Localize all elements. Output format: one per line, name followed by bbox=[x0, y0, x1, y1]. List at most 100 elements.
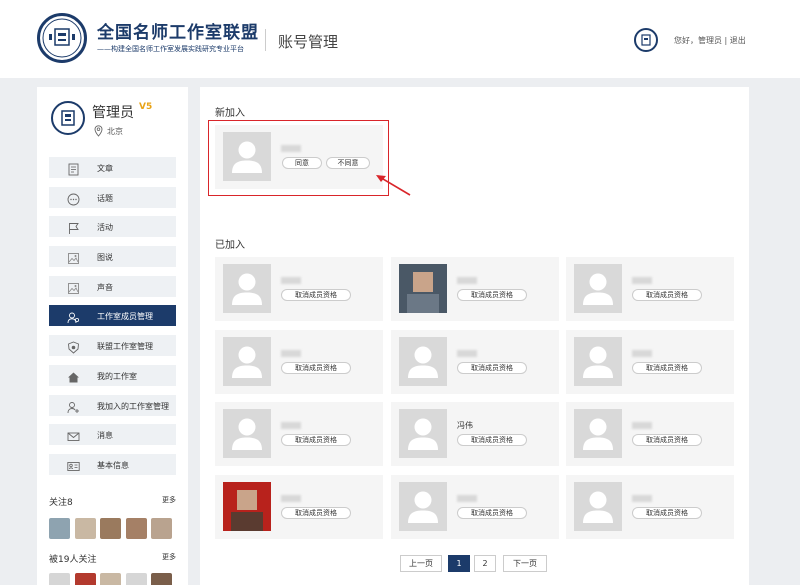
mail-icon bbox=[67, 428, 80, 442]
sidebar-item-3[interactable]: 活动 bbox=[49, 216, 176, 238]
member-photo-placeholder bbox=[574, 482, 622, 531]
sidebar-item-9[interactable]: 我加入的工作室管理 bbox=[49, 394, 176, 416]
vip-badge: V5 bbox=[139, 102, 153, 112]
sidebar-item-label: 声音 bbox=[97, 282, 113, 292]
member-name bbox=[632, 350, 652, 357]
header: 全国名师工作室联盟 ——构建全国名师工作室发展实践研究专业平台 账号管理 您好，… bbox=[0, 0, 800, 78]
cancel-membership-button[interactable]: 取消成员资格 bbox=[632, 362, 702, 374]
members-icon bbox=[67, 309, 80, 324]
follower-avatar[interactable] bbox=[74, 573, 96, 585]
member-name bbox=[281, 350, 301, 357]
cancel-membership-button[interactable]: 取消成员资格 bbox=[281, 507, 351, 519]
site-subtitle: ——构建全国名师工作室发展实践研究专业平台 bbox=[97, 45, 244, 53]
member-card: 取消成员资格 bbox=[215, 257, 383, 321]
sidebar-item-label: 基本信息 bbox=[97, 460, 129, 470]
followers-avatars bbox=[49, 573, 172, 585]
cancel-membership-button[interactable]: 取消成员资格 bbox=[457, 362, 527, 374]
sidebar-item-10[interactable]: 消息 bbox=[49, 424, 176, 446]
following-avatar[interactable] bbox=[151, 518, 172, 539]
profile-name: 管理员 bbox=[92, 105, 134, 121]
member-name bbox=[281, 422, 301, 429]
member-photo bbox=[223, 482, 271, 531]
pagination: 上一页 1 2 下一页 bbox=[200, 555, 749, 572]
cancel-membership-button[interactable]: 取消成员资格 bbox=[632, 434, 702, 446]
member-name: 冯伟 bbox=[457, 421, 473, 430]
prev-page-button[interactable]: 上一页 bbox=[400, 555, 442, 572]
follower-avatar[interactable] bbox=[125, 573, 147, 585]
cancel-membership-button[interactable]: 取消成员资格 bbox=[632, 507, 702, 519]
sidebar-item-5[interactable]: 声音 bbox=[49, 275, 176, 297]
cancel-membership-button[interactable]: 取消成员资格 bbox=[281, 362, 351, 374]
following-more-link[interactable]: 更多 bbox=[162, 495, 176, 505]
sidebar-item-7[interactable]: 联盟工作室管理 bbox=[49, 335, 176, 357]
member-name bbox=[632, 422, 652, 429]
following-avatar[interactable] bbox=[49, 518, 70, 539]
followers-more-link[interactable]: 更多 bbox=[162, 552, 176, 562]
sidebar-item-label: 文章 bbox=[97, 164, 113, 173]
member-photo-placeholder bbox=[574, 409, 622, 458]
username-link[interactable]: 管理员 bbox=[698, 36, 722, 45]
sidebar-item-11[interactable]: 基本信息 bbox=[49, 453, 176, 475]
following-avatar[interactable] bbox=[100, 518, 121, 539]
sidebar-item-1[interactable]: 文章 bbox=[49, 157, 176, 178]
sidebar-item-2[interactable]: 话题 bbox=[49, 186, 176, 208]
follower-avatar[interactable] bbox=[49, 573, 70, 585]
cancel-membership-button[interactable]: 取消成员资格 bbox=[632, 289, 702, 301]
page-title: 账号管理 bbox=[278, 33, 339, 51]
next-page-button[interactable]: 下一页 bbox=[503, 555, 547, 572]
following-avatars bbox=[49, 518, 172, 539]
pointer-arrow-icon bbox=[376, 175, 411, 196]
member-name bbox=[281, 277, 301, 284]
image-icon bbox=[67, 250, 80, 265]
sidebar-item-4[interactable]: 图说 bbox=[49, 246, 176, 268]
agree-button[interactable]: 同意 bbox=[282, 157, 322, 169]
member-name bbox=[457, 350, 477, 357]
location-pin-icon bbox=[94, 125, 103, 137]
member-photo-placeholder bbox=[223, 132, 271, 181]
member-photo-placeholder bbox=[574, 264, 622, 313]
following-header: 关注8 更多 bbox=[49, 495, 176, 508]
page-2-button[interactable]: 2 bbox=[474, 555, 496, 572]
sidebar-item-label: 我加入的工作室管理 bbox=[97, 401, 169, 411]
sidebar-item-label: 活动 bbox=[97, 223, 113, 233]
header-avatar[interactable] bbox=[634, 28, 658, 52]
following-avatar[interactable] bbox=[125, 518, 147, 539]
document-icon bbox=[67, 161, 80, 176]
cancel-membership-button[interactable]: 取消成员资格 bbox=[457, 507, 527, 519]
user-add-icon bbox=[67, 399, 80, 413]
follower-avatar[interactable] bbox=[100, 573, 121, 585]
member-photo-placeholder bbox=[223, 337, 271, 386]
member-card: 取消成员资格 bbox=[566, 402, 734, 466]
profile-avatar[interactable] bbox=[51, 101, 85, 135]
header-user-links: 您好，管理员 | 退出 bbox=[674, 35, 746, 46]
main-panel: 新加入 同意 不同意 已加入 取消成员资格 取消成员资格 取消成员资格 取消成员资格取… bbox=[200, 87, 749, 585]
site-title[interactable]: 全国名师工作室联盟 bbox=[97, 18, 259, 43]
sidebar-item-label: 我的工作室 bbox=[97, 371, 137, 381]
sidebar-item-label: 话题 bbox=[97, 193, 113, 203]
alliance-logo[interactable] bbox=[37, 13, 87, 63]
following-avatar[interactable] bbox=[74, 518, 96, 539]
member-photo-placeholder bbox=[399, 409, 447, 458]
follower-avatar[interactable] bbox=[151, 573, 172, 585]
member-photo-placeholder bbox=[223, 264, 271, 313]
sidebar-item-6[interactable]: 工作室成员管理 bbox=[49, 305, 176, 327]
disagree-button[interactable]: 不同意 bbox=[326, 157, 370, 169]
profile-location: 北京 bbox=[107, 127, 123, 136]
member-name bbox=[457, 277, 477, 284]
page-1-button[interactable]: 1 bbox=[448, 555, 470, 572]
image-icon bbox=[67, 280, 80, 294]
sidebar-item-label: 消息 bbox=[97, 431, 113, 441]
id-card-icon bbox=[67, 458, 80, 471]
cancel-membership-button[interactable]: 取消成员资格 bbox=[457, 434, 527, 446]
sidebar-item-label: 工作室成员管理 bbox=[97, 312, 153, 322]
member-card: 取消成员资格 bbox=[391, 257, 559, 321]
member-card: 取消成员资格 bbox=[215, 330, 383, 394]
cancel-membership-button[interactable]: 取消成员资格 bbox=[457, 289, 527, 301]
sidebar-item-8[interactable]: 我的工作室 bbox=[49, 364, 176, 386]
logout-link[interactable]: 退出 bbox=[730, 36, 746, 45]
cancel-membership-button[interactable]: 取消成员资格 bbox=[281, 289, 351, 301]
cancel-membership-button[interactable]: 取消成员资格 bbox=[281, 434, 351, 446]
followers-header: 被19人关注 更多 bbox=[49, 552, 176, 565]
shield-icon bbox=[67, 339, 80, 354]
member-name bbox=[632, 277, 652, 284]
